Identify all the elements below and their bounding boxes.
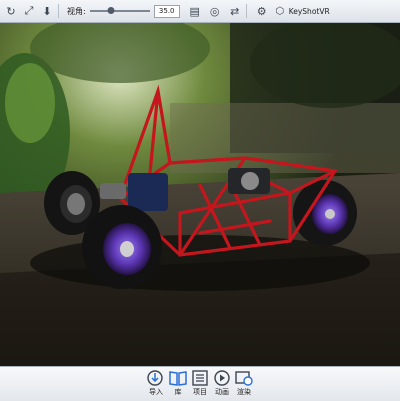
fov-slider-track — [89, 10, 150, 12]
animation-icon — [214, 370, 230, 386]
import-label: 导入 — [149, 388, 163, 396]
keyshot-vr-button[interactable]: ⬡ KeyShotVR — [273, 4, 330, 18]
fov-slider-thumb[interactable] — [107, 7, 115, 14]
bottom-toolbar: 导入 库 项目 动画 渲染 — [0, 366, 400, 401]
scene-render — [0, 23, 400, 366]
wheel-front-left — [82, 205, 162, 289]
import-button[interactable]: 导入 — [144, 367, 168, 397]
render-icon — [235, 371, 253, 386]
fov-slider[interactable] — [89, 4, 150, 18]
animation-label: 动画 — [215, 388, 229, 396]
main-toolbar: ↻ ⤢ ⬇ 视角: 35.0 ▤ ◎ ⇄ ⚙ ⬡ KeyShotVR — [0, 0, 400, 23]
render-button[interactable]: 渲染 — [232, 367, 256, 397]
toolbar-divider — [58, 4, 59, 18]
fit-view-icon[interactable]: ⤢ — [22, 4, 36, 18]
library-icon — [169, 371, 187, 386]
download-icon[interactable]: ⬇ — [40, 4, 54, 18]
project-icon — [192, 370, 208, 386]
foliage-left-bright — [5, 63, 55, 143]
library-button[interactable]: 库 — [166, 367, 190, 397]
settings-icon[interactable]: ⚙ — [255, 4, 269, 18]
wheel-rear-right — [293, 180, 357, 246]
import-icon — [147, 370, 163, 386]
animation-button[interactable]: 动画 — [210, 367, 234, 397]
steering-column — [100, 183, 126, 199]
library-label: 库 — [174, 388, 182, 396]
seat — [128, 173, 168, 211]
project-button[interactable]: 项目 — [188, 367, 212, 397]
engine-flywheel — [241, 172, 259, 190]
keyshot-vr-icon: ⬡ — [275, 5, 285, 17]
project-label: 项目 — [193, 388, 207, 396]
toolbar-divider — [245, 4, 247, 18]
fov-input[interactable]: 35.0 — [153, 4, 180, 18]
reset-view-icon[interactable]: ↻ — [4, 4, 18, 18]
swap-icon[interactable]: ⇄ — [228, 4, 242, 18]
render-label: 渲染 — [237, 388, 251, 396]
environment-icon[interactable]: ◎ — [208, 4, 222, 18]
keyshot-vr-label: KeyShotVR — [288, 6, 330, 16]
fov-label: 视角: — [67, 6, 86, 16]
render-viewport[interactable] — [0, 23, 400, 366]
render-region-icon[interactable]: ▤ — [188, 4, 202, 18]
